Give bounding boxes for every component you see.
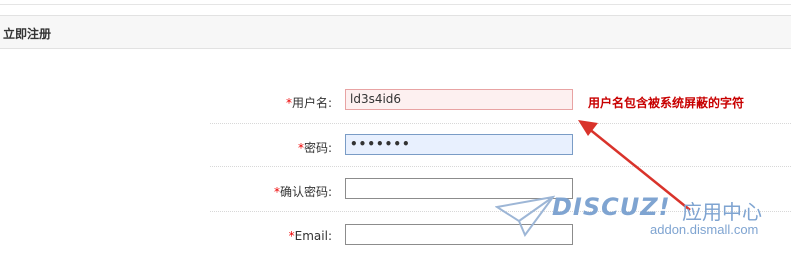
- watermark-brand: DISCUZ!: [552, 193, 671, 221]
- watermark-url: addon.dismall.com: [650, 222, 759, 237]
- watermark-tagline: 应用中心: [682, 200, 762, 224]
- annotation-arrow: [578, 120, 691, 211]
- paper-plane-icon: [495, 195, 555, 237]
